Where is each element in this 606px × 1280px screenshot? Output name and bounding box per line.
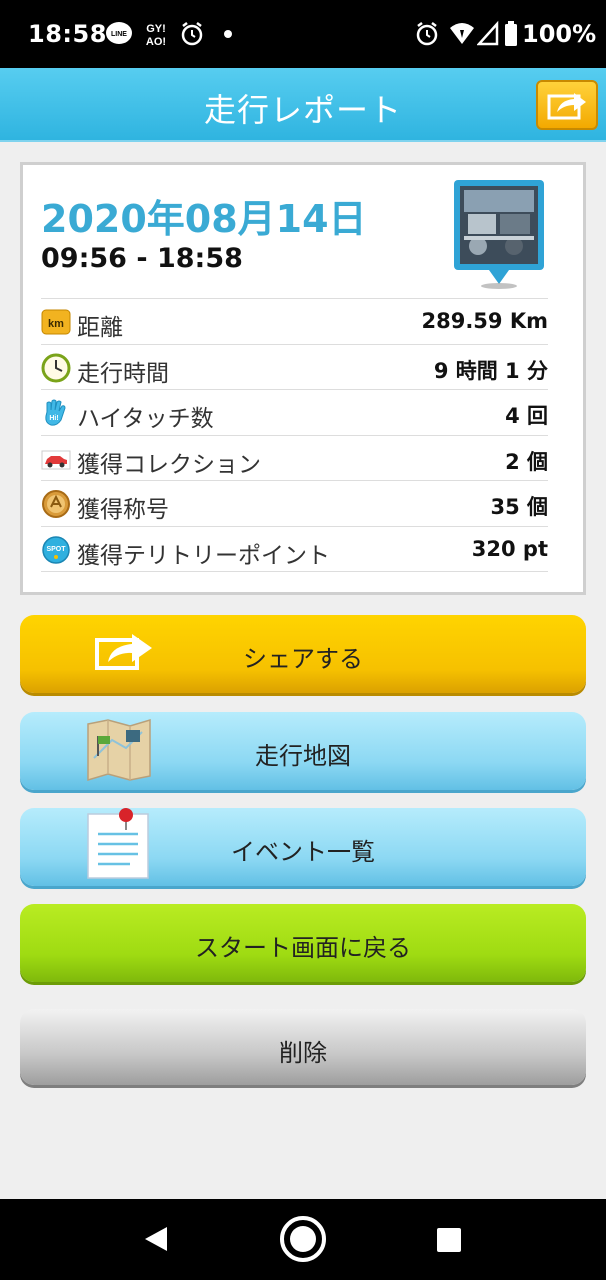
battery-percent: 100% <box>522 20 597 48</box>
stat-row-distance: km 距離 289.59 Km <box>41 299 548 345</box>
signal-icon <box>477 20 499 46</box>
spot-icon: SPOT <box>42 535 70 564</box>
home-icon[interactable] <box>279 1215 327 1263</box>
svg-text:GY!: GY! <box>146 23 166 35</box>
stat-row-territory-points: SPOT 獲得テリトリーポイント 320 pt <box>41 527 548 572</box>
stat-value: 9 時間 1 分 <box>433 358 548 383</box>
event-list-button[interactable]: イベント一覧 <box>20 808 586 886</box>
line-icon: LINE <box>106 22 132 44</box>
page-title: 走行レポート <box>203 91 402 129</box>
report-time-range: 09:56 - 18:58 <box>41 243 243 274</box>
report-card: 2020年08月14日 09:56 - 18:58 km 距離 289.59 K… <box>20 162 586 595</box>
svg-text:LINE: LINE <box>111 31 127 38</box>
share-icon <box>547 93 586 120</box>
stat-row-titles: 獲得称号 35 個 <box>41 481 548 527</box>
battery-icon <box>505 21 517 46</box>
stat-value: 4 回 <box>505 404 548 428</box>
alarm-icon <box>416 22 438 46</box>
clock-icon <box>41 353 71 382</box>
share-button-label: シェアする <box>243 645 363 673</box>
hand-icon: Hi! <box>45 399 66 426</box>
status-bar: 18:58 LINE GY! AO! 100% <box>0 0 606 68</box>
medal-icon <box>42 490 70 518</box>
stat-label: ハイタッチ数 <box>77 406 214 432</box>
report-date: 2020年08月14日 <box>41 197 367 241</box>
back-icon[interactable] <box>143 1225 169 1253</box>
stat-row-collection: 獲得コレクション 2 個 <box>41 436 548 481</box>
back-to-start-button[interactable]: スタート画面に戻る <box>20 904 586 982</box>
svg-text:km: km <box>48 318 64 330</box>
car-icon <box>41 450 71 469</box>
dot-icon <box>224 30 232 38</box>
stat-label: 距離 <box>77 315 123 341</box>
gyao-icon: GY! AO! <box>146 23 166 48</box>
stat-value: 320 pt <box>471 536 548 561</box>
event-list-button-label: イベント一覧 <box>231 838 375 866</box>
header-share-button[interactable] <box>536 80 598 130</box>
delete-button[interactable]: 削除 <box>20 1009 586 1085</box>
app-header: 走行レポート <box>0 68 606 142</box>
stat-label: 走行時間 <box>77 360 169 387</box>
recent-apps-icon[interactable] <box>436 1227 462 1253</box>
svg-text:Hi!: Hi! <box>49 415 58 422</box>
delete-button-label: 削除 <box>279 1039 327 1067</box>
stat-value: 289.59 Km <box>421 309 548 333</box>
status-time: 18:58 <box>28 20 107 48</box>
stat-list: km 距離 289.59 Km 走行時間 9 時間 1 分 Hi! ハイタッチ数… <box>41 298 548 572</box>
car-photo-icon[interactable] <box>454 180 544 290</box>
share-button[interactable]: シェアする <box>20 615 586 693</box>
stat-value: 2 個 <box>505 449 548 474</box>
svg-text:SPOT: SPOT <box>46 546 66 553</box>
system-nav-bar <box>0 1199 606 1280</box>
km-icon: km <box>41 309 71 335</box>
drive-map-button-label: 走行地図 <box>255 742 351 770</box>
wifi-icon <box>450 23 474 44</box>
alarm-icon <box>181 22 203 46</box>
drive-map-button[interactable]: 走行地図 <box>20 712 586 790</box>
stat-value: 35 個 <box>490 495 548 519</box>
stat-row-duration: 走行時間 9 時間 1 分 <box>41 345 548 390</box>
svg-text:AO!: AO! <box>146 36 166 48</box>
stat-label: 獲得コレクション <box>77 451 261 478</box>
back-to-start-button-label: スタート画面に戻る <box>195 934 411 962</box>
stat-label: 獲得称号 <box>77 497 169 523</box>
stat-row-high-touch: Hi! ハイタッチ数 4 回 <box>41 390 548 436</box>
stat-label: 獲得テリトリーポイント <box>77 542 330 569</box>
